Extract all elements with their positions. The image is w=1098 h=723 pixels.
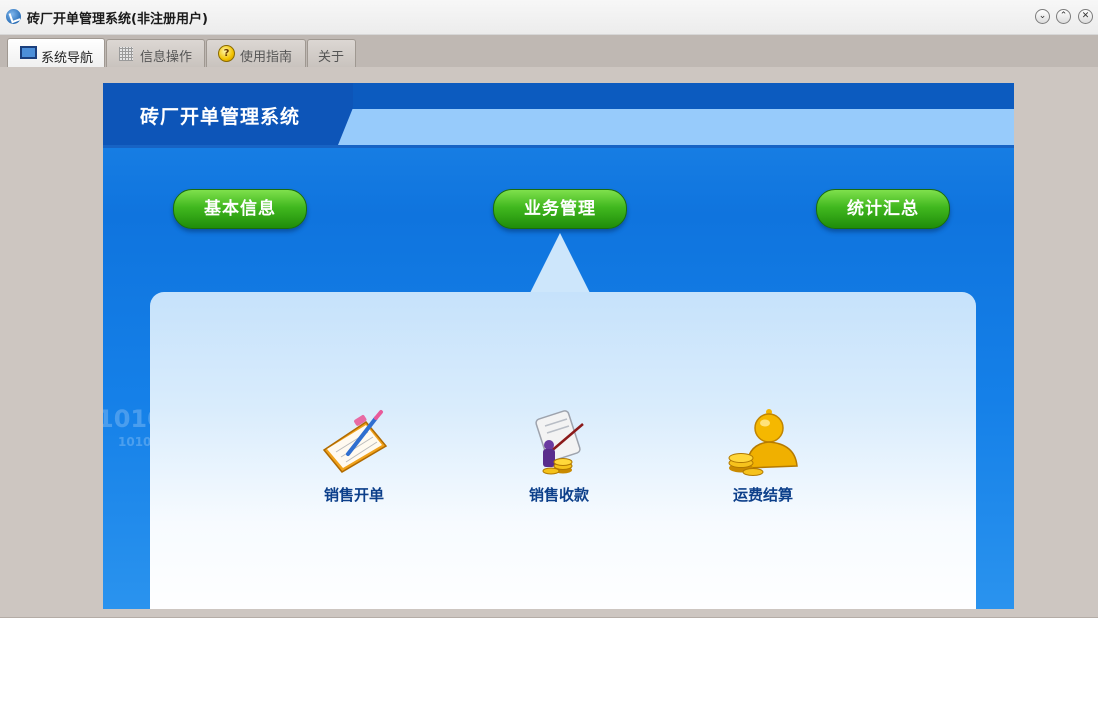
gold-person-coins-icon xyxy=(723,408,803,478)
grid-icon xyxy=(119,47,133,61)
navigation-panel: 砖厂开单管理系统 1010 1010 基本信息 业务管理 统计汇总 销售开单 销… xyxy=(103,83,1014,609)
tab-label: 关于 xyxy=(318,50,345,65)
function-sales-order[interactable]: 销售开单 xyxy=(294,408,414,505)
window-title-bar: 砖厂开单管理系统(非注册用户) ⌄ ⌃ ✕ xyxy=(0,0,1098,35)
function-label: 运费结算 xyxy=(732,486,793,504)
window-title: 砖厂开单管理系统(非注册用户) xyxy=(27,12,208,27)
tab-system-navigation[interactable]: 系统导航 xyxy=(7,38,105,68)
background-binary-text: 1010 xyxy=(118,435,152,449)
guide-icon: ? xyxy=(218,45,235,62)
tab-bar: 系统导航 信息操作 ? 使用指南 关于 xyxy=(0,35,1098,68)
app-logo-icon xyxy=(6,9,21,24)
tab-info-operation[interactable]: 信息操作 xyxy=(106,39,205,67)
receipt-coins-icon xyxy=(519,408,599,478)
tab-label: 系统导航 xyxy=(41,51,94,66)
close-button[interactable]: ✕ xyxy=(1078,9,1093,24)
function-label: 销售开单 xyxy=(323,486,384,504)
banner-title: 砖厂开单管理系统 xyxy=(140,106,301,128)
monitor-icon xyxy=(20,46,37,59)
tab-user-guide[interactable]: ? 使用指南 xyxy=(206,39,306,67)
function-label: 销售收款 xyxy=(528,486,589,504)
category-button-basic-info[interactable]: 基本信息 xyxy=(173,189,307,229)
minimize-button[interactable]: ⌄ xyxy=(1035,9,1050,24)
banner-divider xyxy=(103,145,1014,148)
function-freight-settlement[interactable]: 运费结算 xyxy=(703,408,823,505)
notepad-pencil-icon xyxy=(314,408,394,478)
maximize-button[interactable]: ⌃ xyxy=(1056,9,1071,24)
tab-label: 信息操作 xyxy=(140,50,193,65)
tab-about[interactable]: 关于 xyxy=(307,39,356,67)
category-button-statistics-summary[interactable]: 统计汇总 xyxy=(816,189,950,229)
selection-pointer xyxy=(530,233,590,293)
tab-label: 使用指南 xyxy=(240,50,293,65)
function-sales-receipt[interactable]: 销售收款 xyxy=(499,408,619,505)
category-button-business-management[interactable]: 业务管理 xyxy=(493,189,627,229)
